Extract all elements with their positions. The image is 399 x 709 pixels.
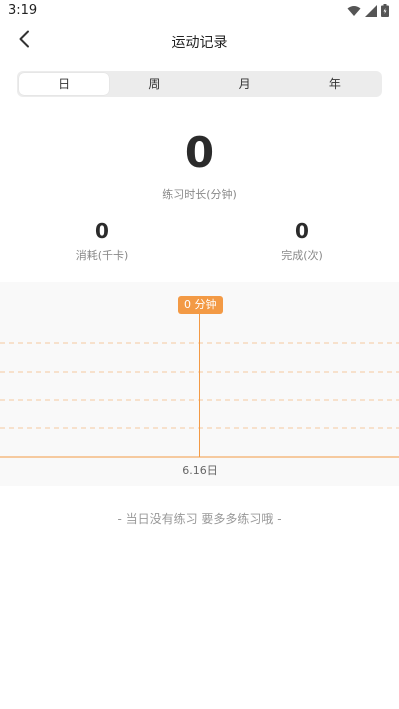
empty-state-message: - 当日没有练习 要多多练习哦 - — [117, 512, 282, 526]
tab-day[interactable]: 日 — [19, 73, 110, 95]
calories-label: 消耗(千卡) — [75, 249, 129, 262]
value-tooltip: 0 分钟 — [178, 296, 223, 314]
calories-stat: 0 消耗(千卡) — [22, 219, 182, 263]
wifi-icon — [347, 5, 361, 17]
status-bar: 3:19 — [0, 0, 399, 22]
calories-value: 0 — [95, 219, 109, 243]
status-icons — [347, 4, 389, 17]
tab-year[interactable]: 年 — [290, 73, 380, 95]
completed-value: 0 — [295, 219, 309, 243]
completed-label: 完成(次) — [281, 249, 323, 262]
duration-label: 练习时长(分钟) — [162, 188, 237, 201]
cellular-signal-icon — [365, 4, 377, 17]
completed-stat: 0 完成(次) — [222, 219, 382, 263]
duration-value: 0 — [184, 128, 215, 177]
x-tick-label: 6.16日 — [182, 464, 218, 477]
nav-bar: 运动记录 — [0, 22, 399, 60]
daily-chart[interactable]: 0 分钟 6.16日 — [0, 282, 399, 486]
page-title: 运动记录 — [171, 35, 228, 51]
tab-week[interactable]: 周 — [109, 73, 199, 95]
period-tabs: 日 周 月 年 — [17, 71, 382, 97]
tab-month[interactable]: 月 — [200, 73, 290, 95]
status-time: 3:19 — [8, 3, 38, 18]
battery-icon — [381, 4, 389, 17]
